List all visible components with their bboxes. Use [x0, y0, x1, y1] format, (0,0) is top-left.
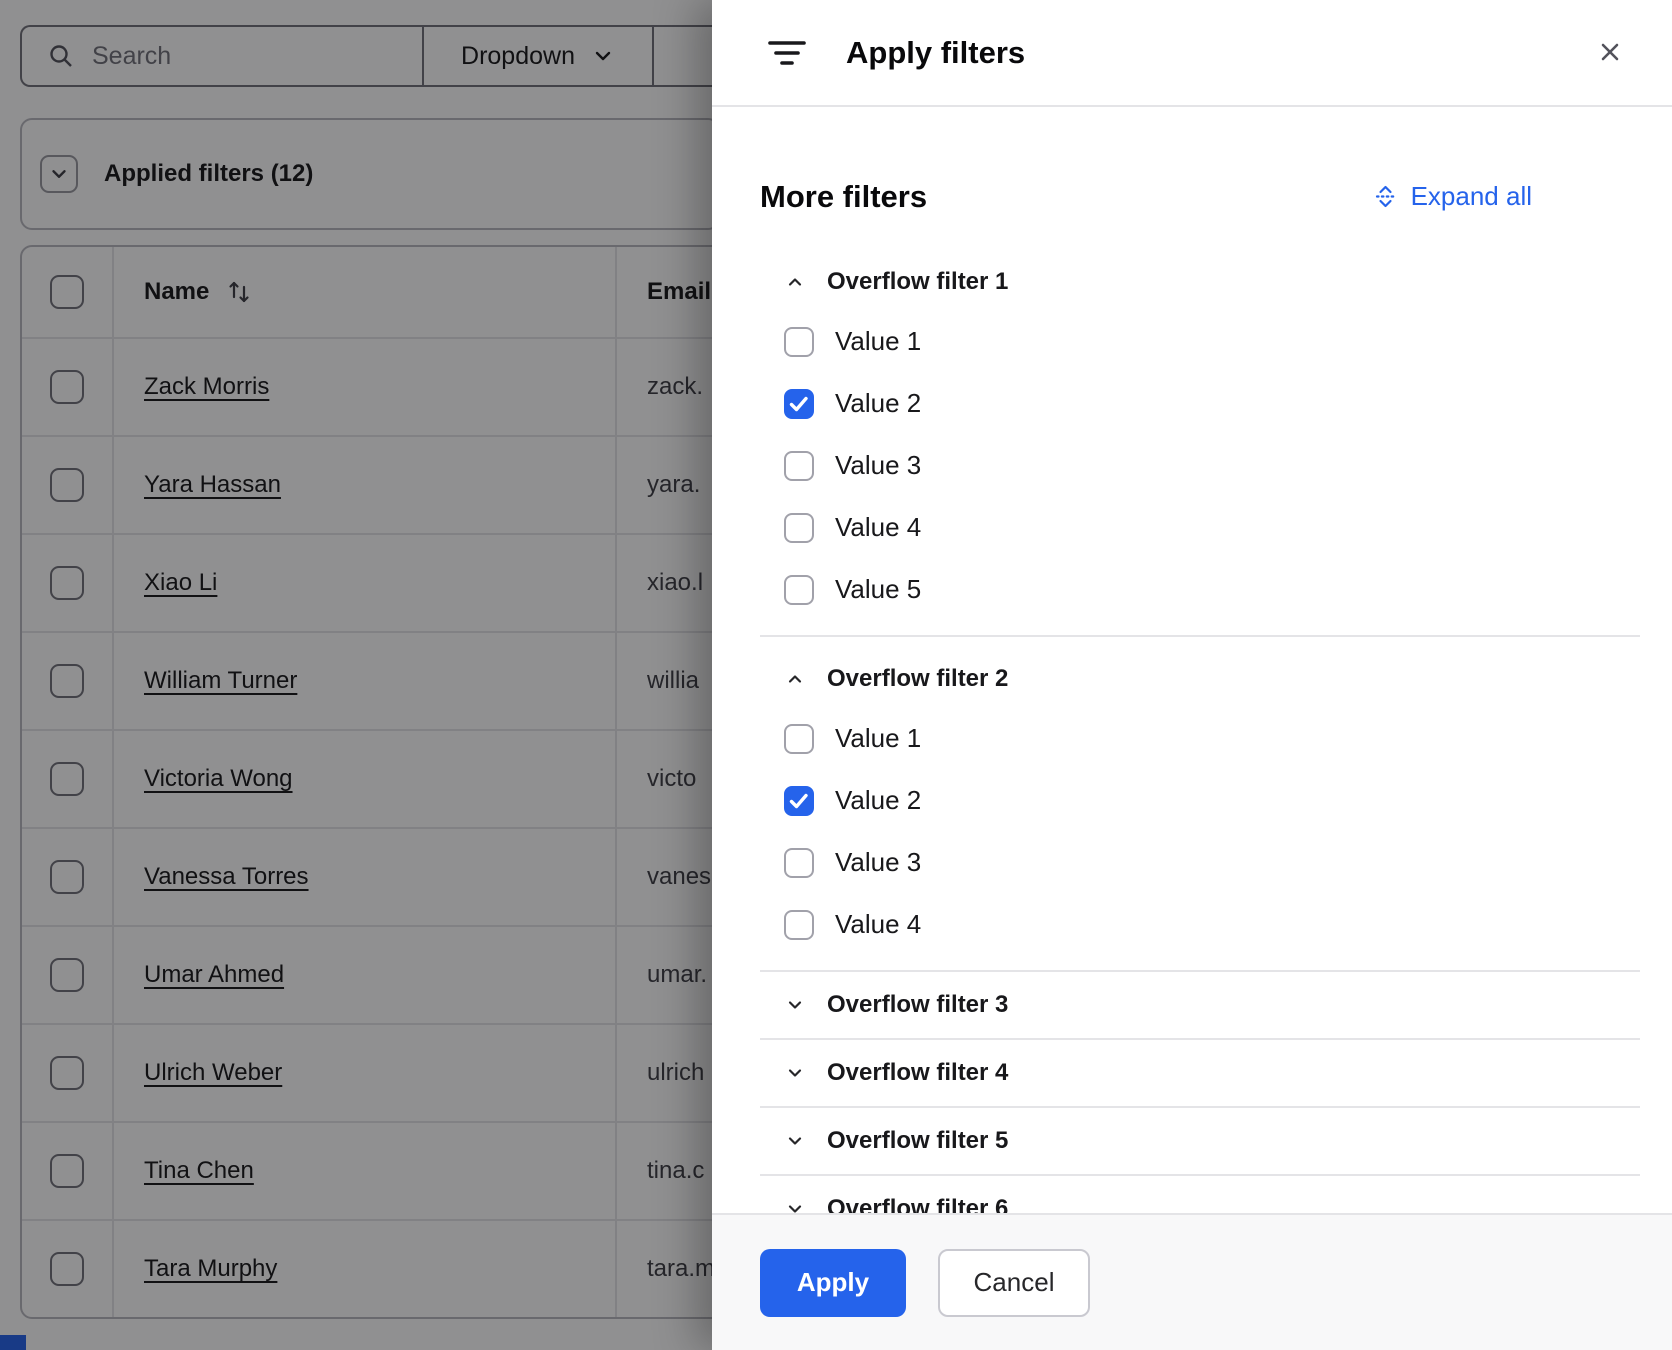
value-checkbox[interactable]	[784, 389, 814, 419]
unfold-vertical-icon	[1372, 183, 1399, 210]
more-filters-heading: More filters	[760, 179, 927, 215]
close-panel-button[interactable]	[1592, 34, 1628, 70]
filter-section-label: Overflow filter 4	[827, 1059, 1008, 1087]
filter-section-label: Overflow filter 2	[827, 665, 1008, 693]
filter-value-row[interactable]: Value 2	[784, 785, 1640, 816]
filter-value-row[interactable]: Value 4	[784, 512, 1640, 543]
panel-header: Apply filters	[712, 0, 1672, 107]
value-checkbox[interactable]	[784, 327, 814, 357]
value-label: Value 1	[835, 723, 921, 754]
filter-section-toggle[interactable]: Overflow filter 2	[760, 637, 1640, 699]
filter-section-toggle[interactable]: Overflow filter 1	[760, 240, 1640, 302]
value-label: Value 3	[835, 450, 921, 481]
value-label: Value 4	[835, 512, 921, 543]
filter-section-label: Overflow filter 5	[827, 1127, 1008, 1155]
filter-section: Overflow filter 6	[760, 1176, 1640, 1213]
filter-section-label: Overflow filter 1	[827, 268, 1008, 296]
value-label: Value 5	[835, 574, 921, 605]
chevron-up-icon	[785, 272, 805, 292]
more-filters-row: More filters Expand all	[760, 153, 1640, 240]
filter-section-toggle[interactable]: Overflow filter 3	[760, 972, 1640, 1038]
filter-section: Overflow filter 1 Value 1 Value 2 Value …	[760, 240, 1640, 637]
value-label: Value 2	[835, 785, 921, 816]
checkmark-icon	[787, 392, 811, 416]
filter-section: Overflow filter 2 Value 1 Value 2 Value …	[760, 637, 1640, 972]
value-checkbox[interactable]	[784, 575, 814, 605]
value-checkbox[interactable]	[784, 513, 814, 543]
value-label: Value 1	[835, 326, 921, 357]
expand-all-label: Expand all	[1411, 181, 1532, 212]
filter-value-row[interactable]: Value 2	[784, 388, 1640, 419]
chevron-down-icon	[785, 995, 805, 1015]
filter-section-toggle[interactable]: Overflow filter 5	[760, 1108, 1640, 1174]
filter-lines-icon	[768, 38, 806, 68]
panel-body: More filters Expand all Overflow filter …	[712, 107, 1672, 1213]
filter-values: Value 1 Value 2 Value 3 Value 4 Value 5	[760, 302, 1640, 635]
filter-section-toggle[interactable]: Overflow filter 6	[760, 1176, 1640, 1213]
filter-section-label: Overflow filter 6	[827, 1195, 1008, 1213]
value-checkbox[interactable]	[784, 724, 814, 754]
filter-value-row[interactable]: Value 3	[784, 847, 1640, 878]
filter-values: Value 1 Value 2 Value 3 Value 4	[760, 699, 1640, 970]
filter-section: Overflow filter 3	[760, 972, 1640, 1040]
value-label: Value 3	[835, 847, 921, 878]
value-checkbox[interactable]	[784, 910, 814, 940]
filter-section: Overflow filter 4	[760, 1040, 1640, 1108]
filter-section-label: Overflow filter 3	[827, 991, 1008, 1019]
value-checkbox[interactable]	[784, 451, 814, 481]
apply-filters-panel: Apply filters More filters Expand all	[712, 0, 1672, 1350]
panel-footer: Apply Cancel	[712, 1213, 1672, 1350]
value-label: Value 2	[835, 388, 921, 419]
value-label: Value 4	[835, 909, 921, 940]
cancel-button[interactable]: Cancel	[938, 1249, 1090, 1317]
filter-value-row[interactable]: Value 3	[784, 450, 1640, 481]
filter-value-row[interactable]: Value 1	[784, 326, 1640, 357]
chevron-down-icon	[785, 1063, 805, 1083]
panel-title: Apply filters	[846, 35, 1025, 71]
filter-value-row[interactable]: Value 5	[784, 574, 1640, 605]
filter-section: Overflow filter 5	[760, 1108, 1640, 1176]
filter-value-row[interactable]: Value 1	[784, 723, 1640, 754]
chevron-down-icon	[785, 1199, 805, 1213]
chevron-down-icon	[785, 1131, 805, 1151]
filter-value-row[interactable]: Value 4	[784, 909, 1640, 940]
filter-section-toggle[interactable]: Overflow filter 4	[760, 1040, 1640, 1106]
apply-button[interactable]: Apply	[760, 1249, 906, 1317]
value-checkbox[interactable]	[784, 848, 814, 878]
checkmark-icon	[787, 789, 811, 813]
close-icon	[1595, 37, 1625, 67]
expand-all-button[interactable]: Expand all	[1372, 181, 1532, 212]
chevron-up-icon	[785, 669, 805, 689]
value-checkbox[interactable]	[784, 786, 814, 816]
